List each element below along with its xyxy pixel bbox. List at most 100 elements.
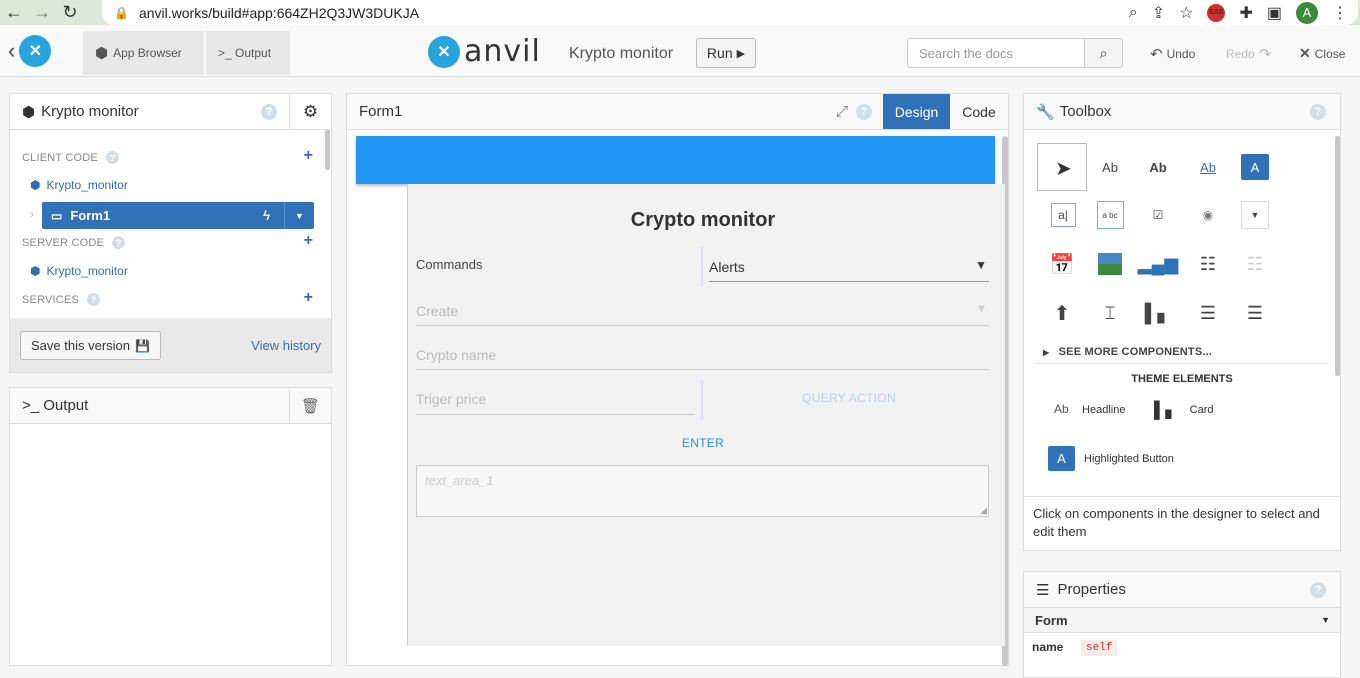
output-toggle-button[interactable]: >_ Output [206,31,290,75]
spacer-tool[interactable]: ⌶ [1095,298,1125,328]
checkbox-tool[interactable]: ☑ [1143,200,1173,230]
save-version-label: Save this version [31,338,130,353]
enter-button[interactable]: ENTER [408,436,998,450]
trash-icon[interactable]: 🗑 [289,388,331,423]
tab-design[interactable]: Design [883,94,950,129]
zoom-icon[interactable]: ⌕ [1129,4,1138,22]
toolbox-scrollbar[interactable] [1335,136,1340,376]
designer-panel: Form1 ⤢ ? Design Code Crypto monitor Com… [346,93,1009,666]
plot-tool[interactable]: ▂▄▆ [1138,249,1178,279]
run-button[interactable]: Run ▶ [696,38,756,68]
forward-arrow-icon[interactable]: → [28,0,56,25]
file-loader-tool[interactable]: ⬆ [1047,298,1077,328]
button-tool[interactable]: A [1240,152,1270,182]
share-icon[interactable]: ⇪ [1152,3,1165,23]
help-icon[interactable]: ? [1310,581,1326,598]
trigger-price-input[interactable]: Triger price [416,385,694,415]
resize-handle-icon[interactable]: ◢ [980,505,987,516]
repeating-panel-tool[interactable]: ☷ [1240,249,1270,279]
help-icon[interactable]: ? [105,151,119,164]
sidepanel-icon[interactable]: ▣ [1267,3,1282,23]
search-docs-button[interactable]: ⌕ [1084,38,1123,68]
reload-icon[interactable]: ↻ [56,0,84,25]
scrollbar[interactable] [325,130,330,170]
text-area-1[interactable]: text_area_1 ◢ [416,465,989,517]
back-to-apps-button[interactable]: ‹ ✕ [8,35,52,67]
linear-panel-tool[interactable]: ☰ [1240,298,1270,328]
link-tool[interactable]: Ab [1193,152,1223,182]
add-client-code-button[interactable]: + [304,147,313,165]
extensions-puzzle-icon[interactable]: ✚ [1239,3,1252,23]
see-more-components[interactable]: ▶ SEE MORE COMPONENTS... [1043,346,1212,358]
help-icon[interactable]: ? [261,103,277,120]
back-arrow-icon[interactable]: ← [0,0,28,25]
alerts-dropdown[interactable]: Alerts ▼ [709,252,989,282]
help-icon[interactable]: ? [112,236,126,249]
caret-down-icon: ▼ [1321,615,1330,625]
crypto-name-input[interactable]: Crypto name [416,341,989,370]
chevron-right-icon[interactable]: › [30,207,34,221]
tab-code[interactable]: Code [950,94,1008,129]
dropdown-tool[interactable]: ▼ [1240,200,1270,230]
radio-tool[interactable]: ◉ [1193,200,1223,230]
view-history-link[interactable]: View history [251,338,321,353]
form-canvas[interactable]: Crypto monitor Commands Alerts ▼ Create … [407,184,1005,646]
help-icon[interactable]: ? [856,103,872,120]
card-tool[interactable]: ▌▖ Card [1154,400,1213,420]
data-grid-tool[interactable]: ☷ [1193,249,1223,279]
name-property-value[interactable]: self [1081,640,1118,656]
save-version-button[interactable]: Save this version 💾 [20,331,161,360]
chevron-left-icon: ‹ [8,38,16,63]
form-header-bar[interactable] [356,136,995,184]
server-code-label: SERVER CODE [22,236,105,249]
url-text[interactable]: anvil.works/build#app:664ZH2Q3JW3DUKJA [139,5,419,21]
add-service-button[interactable]: + [304,289,313,307]
server-module-link[interactable]: ⬢ Krypto_monitor [30,264,128,278]
highlighted-button-tool[interactable]: A Highlighted Button [1048,446,1174,471]
undo-button[interactable]: ↶ Undo [1150,45,1195,63]
textbox-icon: a| [1050,203,1076,227]
button-tool-icon: A [1241,154,1269,180]
properties-header: ☰ Properties ? [1024,572,1340,608]
extension-badge-icon[interactable]: EAB [1207,3,1226,22]
pointer-tool[interactable]: ➤ [1037,143,1087,191]
search-docs-input[interactable]: Search the docs [907,38,1085,68]
headline-tool[interactable]: Ab Headline [1054,402,1125,416]
form-options-caret-icon[interactable]: ▼ [284,202,314,229]
gear-icon[interactable]: ⚙ [289,94,331,129]
form-heading[interactable]: Crypto monitor [408,209,998,232]
browser-menu-icon[interactable]: ⋮ [1332,3,1348,23]
textarea-icon: a bc [1096,201,1124,229]
commands-label[interactable]: Commands [416,257,482,272]
app-browser-button[interactable]: ⬢ App Browser [83,31,204,75]
rich-text-tool[interactable]: Ab [1143,152,1173,182]
create-dropdown[interactable]: Create ▼ [416,297,989,326]
profile-avatar[interactable]: A [1296,1,1318,24]
help-icon[interactable]: ? [1310,103,1326,120]
properties-panel: ☰ Properties ? Form ▼ name self [1023,571,1341,678]
lightning-icon[interactable]: ϟ [263,208,270,223]
query-action-button[interactable]: QUERY ACTION [709,391,989,405]
datepicker-tool[interactable]: 📅 [1047,249,1077,279]
divider [1024,496,1340,497]
redo-button[interactable]: Redo ↷ [1226,45,1271,63]
expand-icon[interactable]: ⤢ [836,103,848,120]
client-code-label: CLIENT CODE [22,151,98,164]
textbox-tool[interactable]: a| [1048,200,1078,230]
client-module-link[interactable]: ⬢ Krypto_monitor [30,178,128,192]
form1-label: Form1 [70,208,111,223]
address-bar[interactable]: 🔒 anvil.works/build#app:664ZH2Q3JW3DUKJA… [102,0,1358,25]
form1-tree-item[interactable]: ▭ Form1 ϟ ▼ [42,202,314,229]
flow-panel-tool[interactable]: ☰ [1193,298,1223,328]
add-server-code-button[interactable]: + [304,232,313,250]
close-button[interactable]: ✕ Close [1299,45,1345,62]
image-tool[interactable] [1095,249,1125,279]
bookmark-star-icon[interactable]: ☆ [1179,3,1193,23]
textarea-tool[interactable]: a bc [1095,200,1125,230]
help-icon[interactable]: ? [87,293,101,306]
sliders-icon: ☰ [1036,581,1050,599]
properties-section-form[interactable]: Form ▼ [1024,608,1340,633]
label-tool[interactable]: Ab [1095,152,1125,182]
column-panel-tool[interactable]: ▌▖ [1143,298,1173,328]
cubes-icon: ⬢ [95,45,109,62]
